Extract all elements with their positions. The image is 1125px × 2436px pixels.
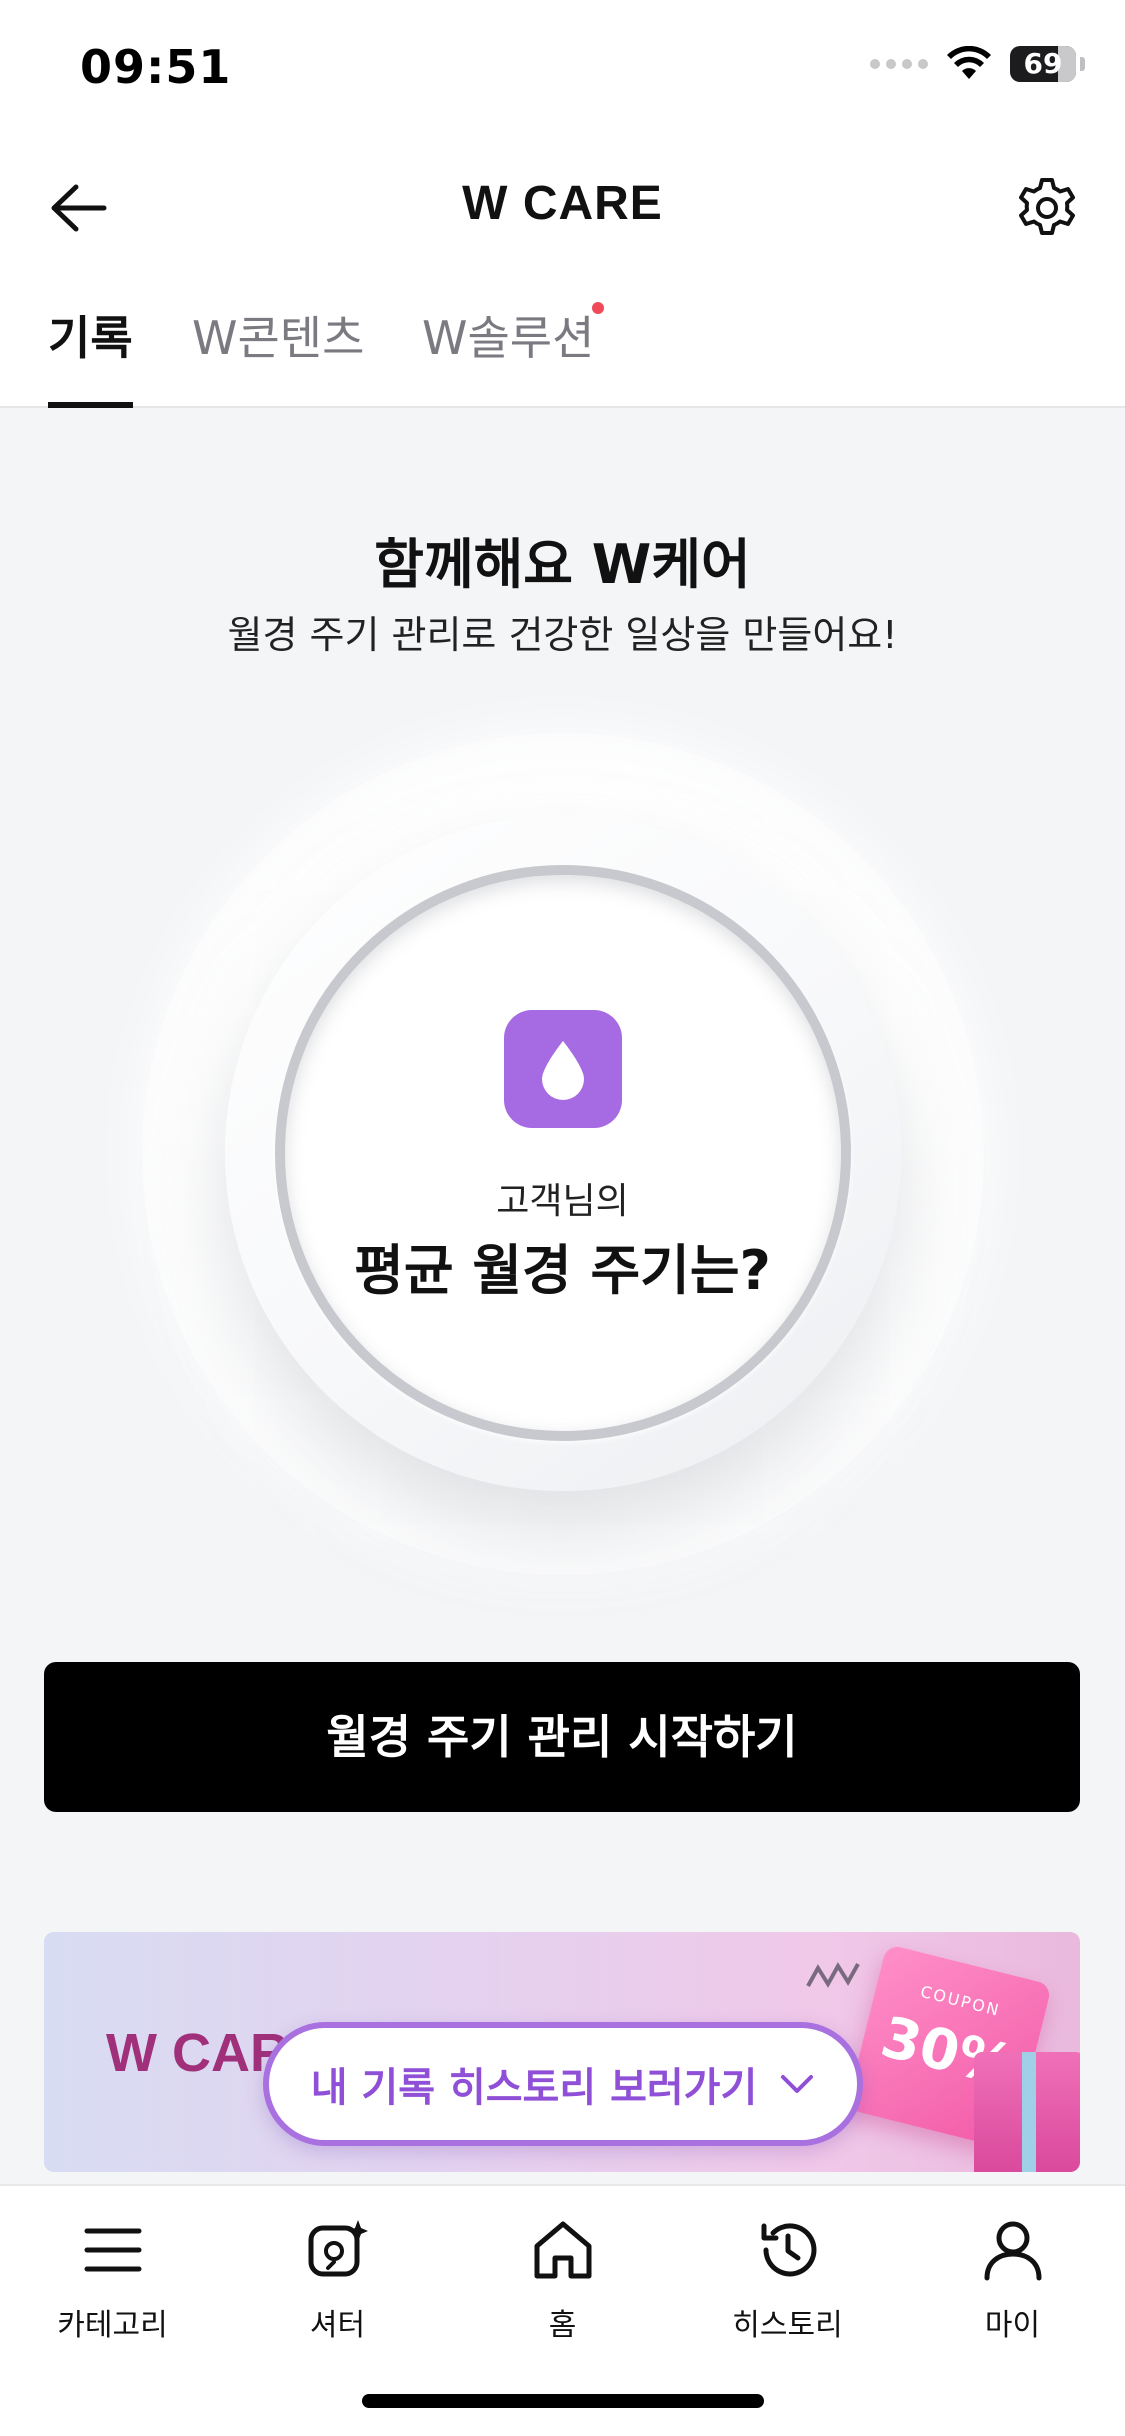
nav-label: 카테고리 <box>57 2308 168 2343</box>
nav-category[interactable]: 카테고리 <box>0 2210 225 2344</box>
tab-label: W콘텐츠 <box>192 311 365 365</box>
history-shortcut-label: 내 기록 히스토리 보러가기 <box>310 2065 758 2111</box>
status-bar: 09:51 69 <box>0 0 1125 140</box>
gift-box-graphic <box>974 2052 1080 2172</box>
nav-label: 홈 <box>548 2308 577 2343</box>
shutter-icon <box>308 2220 368 2277</box>
tab-label: 기록 <box>48 311 133 365</box>
status-indicators: 69 <box>870 46 1085 82</box>
menu-icon <box>84 2228 141 2272</box>
home-icon <box>534 2221 591 2279</box>
new-badge-dot <box>592 302 605 314</box>
history-shortcut-button[interactable]: 내 기록 히스토리 보러가기 <box>263 2022 863 2146</box>
hero-subtitle: 월경 주기 관리로 건강한 일상을 만들어요! <box>227 613 898 657</box>
battery-tip <box>1080 57 1085 71</box>
circle-caption: 고객님의 <box>496 1181 629 1222</box>
settings-button[interactable] <box>1009 170 1085 246</box>
chevron-down-icon <box>781 2075 814 2093</box>
tab-bar: 기록 W콘텐츠 W솔루션 <box>0 270 1125 408</box>
start-cycle-button[interactable]: 월경 주기 관리 시작하기 <box>44 1662 1080 1812</box>
cellular-signal-icon <box>870 59 928 69</box>
history-icon <box>761 2223 816 2277</box>
tab-w-contents[interactable]: W콘텐츠 <box>192 302 364 408</box>
drop-icon <box>542 1041 584 1100</box>
nav-label: 히스토리 <box>732 2308 843 2343</box>
home-indicator <box>362 2394 764 2408</box>
app-header: W CARE <box>0 140 1125 270</box>
drop-badge <box>504 1010 622 1128</box>
cycle-ring <box>275 865 851 1441</box>
battery-level: 69 <box>1023 47 1063 80</box>
tab-label: W솔루션 <box>422 311 595 365</box>
nav-my[interactable]: 마이 <box>900 2210 1125 2344</box>
tab-w-solution[interactable]: W솔루션 <box>422 302 605 408</box>
nav-label: 마이 <box>984 2308 1041 2343</box>
wifi-icon <box>947 46 991 79</box>
hero-title: 함께해요 W케어 <box>374 533 751 596</box>
circle-question: 평균 월경 주기는? <box>354 1239 771 1302</box>
nav-home[interactable]: 홈 <box>450 2210 675 2344</box>
nav-history[interactable]: 히스토리 <box>675 2210 900 2344</box>
page-title: W CARE <box>462 177 663 230</box>
battery-icon: 69 <box>1010 46 1076 82</box>
tab-record[interactable]: 기록 <box>48 302 133 408</box>
squiggle-decoration <box>806 1962 860 1988</box>
nav-label: 셔터 <box>309 2308 366 2343</box>
user-icon <box>984 2221 1041 2281</box>
gear-icon <box>1019 178 1075 235</box>
nav-shutter[interactable]: 셔터 <box>225 2210 450 2344</box>
status-time: 09:51 <box>80 40 232 94</box>
